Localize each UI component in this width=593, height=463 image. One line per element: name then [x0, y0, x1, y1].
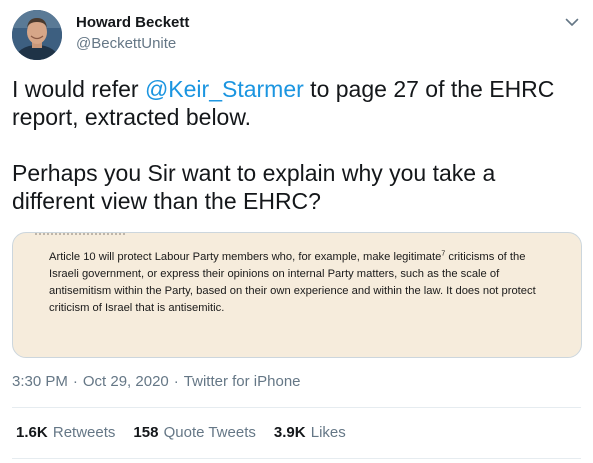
tweet-paragraph-1: I would refer @Keir_Starmer to page 27 o… [12, 75, 582, 131]
avatar-photo [12, 10, 62, 60]
engagement-stats: 1.6K Retweets 158 Quote Tweets 3.9K Likes [16, 424, 364, 441]
meta-separator-2: · [173, 373, 179, 390]
retweets-label: Retweets [52, 424, 116, 441]
retweets-count: 1.6K [16, 424, 48, 441]
tweet-date[interactable]: Oct 29, 2020 [83, 373, 169, 390]
tweet-time[interactable]: 3:30 PM [12, 373, 68, 390]
tweet-metadata: 3:30 PM · Oct 29, 2020 · Twitter for iPhone [12, 373, 301, 390]
quote-tweets-count: 158 [133, 424, 159, 441]
cropped-text-fragment [35, 233, 125, 239]
report-excerpt-start: Article 10 will protect Labour Party mem… [49, 251, 442, 263]
likes-label: Likes [310, 424, 346, 441]
attached-image[interactable]: Article 10 will protect Labour Party mem… [12, 232, 582, 358]
quote-tweets-stat[interactable]: 158 Quote Tweets [133, 424, 255, 441]
tweet-text-start: I would refer [12, 76, 145, 102]
likes-stat[interactable]: 3.9K Likes [274, 424, 346, 441]
author-handle[interactable]: @BeckettUnite [76, 35, 176, 52]
chevron-down-icon[interactable] [563, 13, 581, 31]
author-name[interactable]: Howard Beckett [76, 14, 189, 31]
tweet-source[interactable]: Twitter for iPhone [184, 373, 301, 390]
retweets-stat[interactable]: 1.6K Retweets [16, 424, 115, 441]
report-excerpt: Article 10 will protect Labour Party mem… [49, 249, 549, 317]
divider [12, 407, 581, 408]
tweet-paragraph-2: Perhaps you Sir want to explain why you … [12, 160, 496, 214]
tweet: Howard Beckett @BeckettUnite I would ref… [0, 0, 593, 463]
likes-count: 3.9K [273, 424, 306, 441]
tweet-text: I would refer @Keir_Starmer to page 27 o… [12, 75, 582, 215]
divider-bottom [12, 458, 581, 459]
avatar[interactable] [12, 10, 62, 60]
meta-separator: · [72, 373, 78, 390]
mention-link[interactable]: @Keir_Starmer [145, 76, 304, 102]
quote-tweets-label: Quote Tweets [163, 424, 256, 441]
